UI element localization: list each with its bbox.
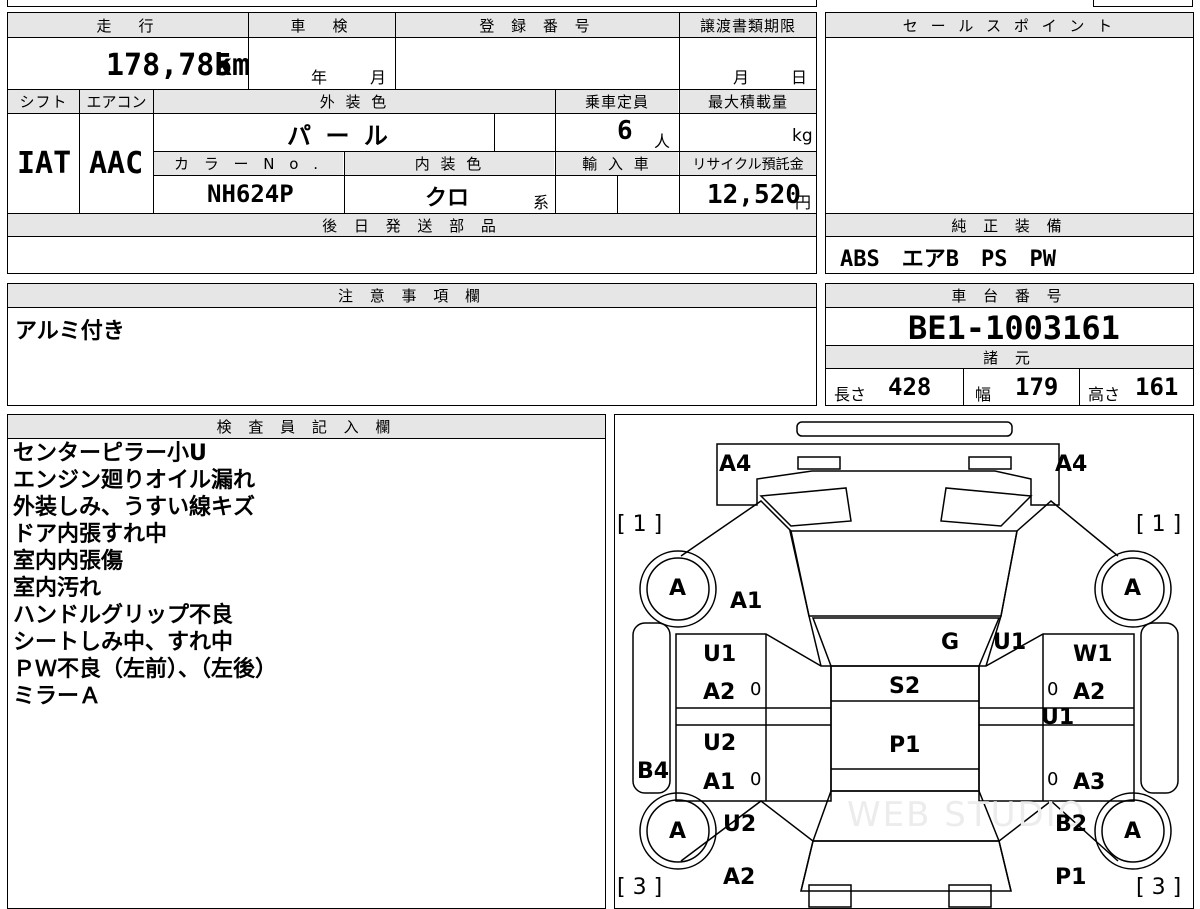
damage-label: A1 [703,770,736,795]
shaken-month-unit: 月 [370,68,387,87]
interior-color-label: 内 装 色 [345,152,554,175]
top-cutoff-right [1093,0,1193,7]
later-parts-header: 後 日 発 送 部 品 [8,214,816,236]
exterior-color-value: パ ー ル [287,122,388,150]
import-label: 輸 入 車 [556,152,678,175]
zero-mark: 0 [750,679,762,700]
top-cutoff-row [7,0,817,7]
spec-width-label: 幅 [975,385,992,404]
panel-group-label: [ 3 ] [1136,875,1182,900]
damage-label: S2 [889,674,921,699]
sale-points-box [825,12,1194,214]
recycle-fee-label: リサイクル預託金 [680,152,816,175]
damage-label: U2 [703,731,737,756]
recycle-fee-value: 12,520 [707,180,801,210]
chassis-number: BE1-1003161 [908,309,1120,347]
zero-mark: 0 [1047,679,1059,700]
inspector-note-line: ミラーＡ [13,684,102,709]
standard-equipment-header: 純 正 装 備 [826,214,1193,236]
damage-label: A2 [723,865,756,890]
panel-group-label: [ 3 ] [617,875,663,900]
damage-label: U1 [1041,705,1075,730]
recycle-fee-unit: 円 [795,193,812,212]
damage-label: U1 [703,642,737,667]
capacity-unit: 人 [654,132,671,151]
inspector-note-line: センターピラー小U [13,441,207,466]
color-no-value: NH624P [207,180,294,208]
damage-label: B4 [637,759,670,784]
standard-equipment-value: ABS エアB PS PW [840,247,1056,272]
damage-label: P1 [889,733,921,758]
spec-length-label: 長さ [834,385,867,404]
damage-label: U2 [723,812,757,837]
damage-label: U1 [993,630,1027,655]
damage-label: A3 [1073,770,1106,795]
damage-label: A1 [730,589,763,614]
interior-color-value: クロ [425,186,470,211]
zero-mark: 0 [1047,769,1059,790]
shaken-header: 車 検 [249,13,395,37]
inspector-note-line: ＰＷ不良（左前）、（左後） [13,657,278,682]
inspector-note-line: ドア内張すれ中 [13,522,168,547]
inspector-note-line: エンジン廻りオイル漏れ [13,468,256,493]
damage-label: A2 [1073,680,1106,705]
sale-points-header: セ ー ル ス ポ イ ン ト [826,13,1193,37]
spec-length-value: 428 [888,373,932,401]
damage-label: B2 [1055,812,1088,837]
damage-label: A2 [703,680,736,705]
transfer-deadline-header: 譲渡書類期限 [680,13,816,37]
inspector-note-line: 外装しみ、うすい線キズ [13,495,256,520]
deadline-month-unit: 月 [733,68,750,87]
panel-group-label: [ 1 ] [617,512,663,537]
specs-header: 諸 元 [826,346,1193,368]
caution-value: アルミ付き [15,319,125,344]
wheel-label: A [669,819,687,844]
vehicle-diagram-box: WEB STUDIO A4 A4 [ 1 ] [ 1 ] A A A1 G U1… [614,414,1194,909]
chassis-header: 車 台 番 号 [826,284,1193,307]
deadline-day-unit: 日 [791,68,808,87]
exterior-color-label: 外 装 色 [154,90,555,113]
wheel-label: A [1124,819,1142,844]
aircon-label: エアコン [80,90,153,113]
wheel-label: A [669,576,687,601]
inspector-notes: センターピラー小U エンジン廻りオイル漏れ 外装しみ、うすい線キズ ドア内張すれ… [13,440,598,710]
diagram-watermark: WEB STUDIO [847,795,1087,835]
capacity-value: 6 [617,116,633,146]
shaken-year-unit: 年 [311,68,328,87]
zero-mark: 0 [750,769,762,790]
shift-value: IAT [17,146,72,181]
inspector-note-line: 室内汚れ [13,576,102,601]
spec-height-label: 高さ [1088,385,1121,404]
mileage-unit: km [214,48,251,83]
inspector-header: 検 査 員 記 入 欄 [8,415,605,438]
inspector-note-line: シートしみ中、すれ中 [13,630,234,655]
inspector-note-line: 室内内張傷 [13,549,124,574]
color-no-label: カ ラ ー N o . [154,152,343,175]
inspector-note-line: ハンドルグリップ不良 [13,603,234,628]
damage-label: G [941,630,960,655]
spec-height-value: 161 [1135,373,1179,401]
aircon-value: AAC [89,146,144,181]
mileage-header: 走 行 [8,13,248,37]
caution-header: 注 意 事 項 欄 [8,284,816,307]
reg-no-header: 登 録 番 号 [396,13,679,37]
wheel-label: A [1124,576,1142,601]
damage-label: W1 [1073,642,1113,667]
max-load-unit: kg [792,126,813,146]
shift-label: シフト [8,90,79,113]
interior-color-suffix: 系 [533,193,550,212]
panel-group-label: [ 1 ] [1136,512,1182,537]
max-load-label: 最大積載量 [680,90,816,113]
damage-label: A4 [1055,452,1088,477]
spec-width-value: 179 [1015,373,1059,401]
capacity-label: 乗車定員 [556,90,678,113]
damage-label: P1 [1055,865,1087,890]
damage-label: A4 [719,452,752,477]
